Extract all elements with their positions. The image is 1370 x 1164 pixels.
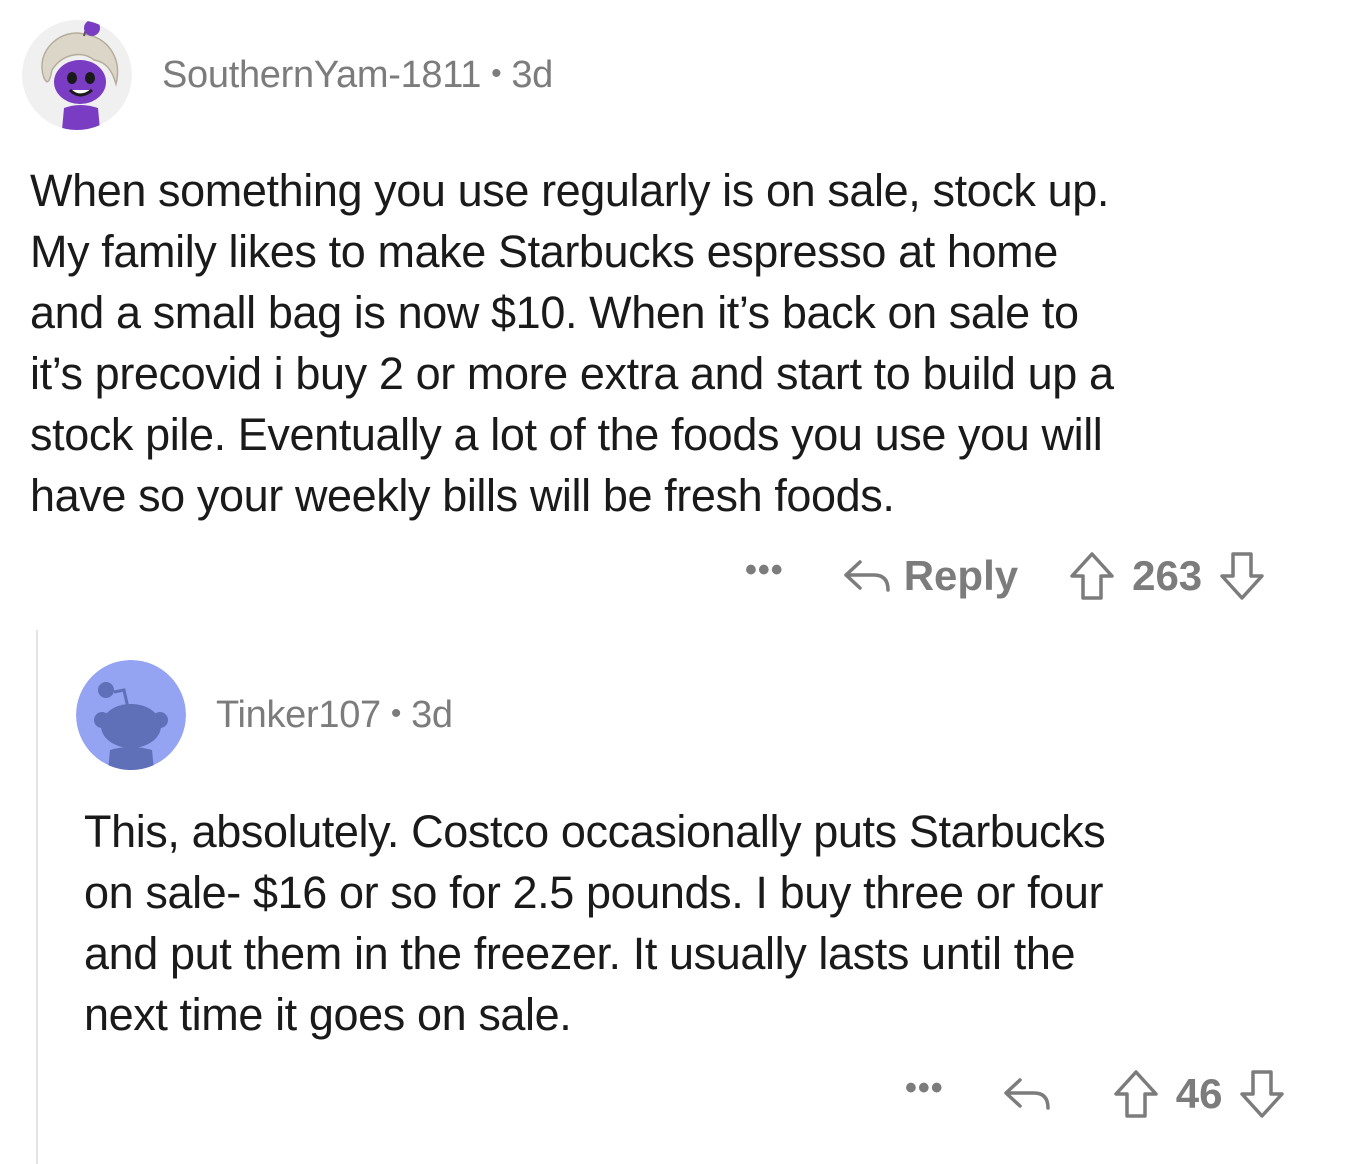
reply-button[interactable] bbox=[1000, 1074, 1064, 1114]
comment-body: This, absolutely. Costco occasionally pu… bbox=[84, 801, 1106, 1045]
reply-arrow-icon bbox=[1000, 1074, 1064, 1114]
comment-line: it’s precovid i buy 2 or more extra and … bbox=[30, 348, 1114, 399]
default-snoo-avatar-icon bbox=[76, 660, 186, 770]
user-avatar[interactable] bbox=[76, 660, 186, 770]
comment-line: have so your weekly bills will be fresh … bbox=[30, 470, 895, 521]
downvote-arrow-icon[interactable] bbox=[1218, 550, 1266, 602]
comment-line: next time it goes on sale. bbox=[84, 989, 572, 1040]
username[interactable]: SouthernYam-1811 bbox=[162, 54, 481, 96]
comment-actions: ••• Reply 263 bbox=[745, 546, 1266, 606]
comment-body: When something you use regularly is on s… bbox=[30, 160, 1114, 526]
upvote-arrow-icon[interactable] bbox=[1112, 1068, 1160, 1120]
username[interactable]: Tinker107 bbox=[216, 694, 381, 736]
comment-line: and put them in the freezer. It usually … bbox=[84, 928, 1076, 979]
reply-label: Reply bbox=[903, 552, 1019, 599]
more-options-button[interactable]: ••• bbox=[905, 1069, 944, 1108]
comment-line: My family likes to make Starbucks espres… bbox=[30, 226, 1058, 277]
vote-count: 263 bbox=[1132, 552, 1203, 599]
downvote-arrow-icon[interactable] bbox=[1238, 1068, 1286, 1120]
comment-line: stock pile. Eventually a lot of the food… bbox=[30, 409, 1103, 460]
comment-age: 3d bbox=[511, 53, 553, 96]
vote-count: 46 bbox=[1175, 1070, 1223, 1117]
vote-control: 263 bbox=[1068, 550, 1266, 602]
comment-age: 3d bbox=[411, 693, 453, 736]
comment-line: When something you use regularly is on s… bbox=[30, 165, 1109, 216]
comment-actions: ••• 46 bbox=[905, 1064, 1286, 1124]
reply-arrow-icon bbox=[840, 556, 904, 596]
snoo-avatar-purple-icon bbox=[22, 20, 132, 130]
comment-line: on sale- $16 or so for 2.5 pounds. I buy… bbox=[84, 867, 1104, 918]
reply-button[interactable]: Reply bbox=[840, 552, 1018, 600]
comment-header: SouthernYam-1811 • 3d bbox=[22, 20, 553, 130]
user-avatar[interactable] bbox=[22, 20, 132, 130]
upvote-arrow-icon[interactable] bbox=[1068, 550, 1116, 602]
thread-line[interactable] bbox=[36, 630, 38, 1164]
comment-header: Tinker107 • 3d bbox=[76, 660, 453, 770]
meta-separator: • bbox=[491, 56, 502, 90]
more-options-button[interactable]: ••• bbox=[745, 551, 784, 590]
vote-control: 46 bbox=[1112, 1068, 1287, 1120]
comment-meta: Tinker107 • 3d bbox=[216, 694, 453, 737]
comment-meta: SouthernYam-1811 • 3d bbox=[162, 54, 553, 97]
meta-separator: • bbox=[390, 696, 402, 730]
comment-line: and a small bag is now $10. When it’s ba… bbox=[30, 287, 1079, 338]
comment-line: This, absolutely. Costco occasionally pu… bbox=[84, 806, 1106, 857]
